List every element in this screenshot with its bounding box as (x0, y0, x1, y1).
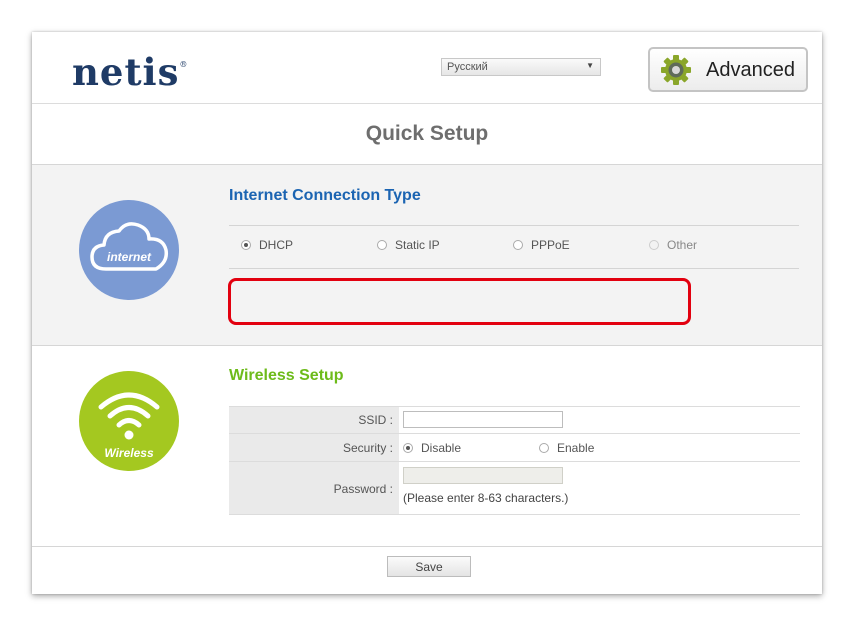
password-row: Password : (Please enter 8-63 characters… (229, 462, 800, 515)
password-input (403, 467, 563, 484)
radio-other-indicator (649, 239, 659, 250)
internet-caption: internet (106, 250, 151, 264)
language-select[interactable]: Русский ▼ (441, 58, 601, 76)
internet-badge: internet (79, 200, 179, 300)
title-bar: Quick Setup (32, 104, 822, 165)
password-label-cell: Password : (229, 462, 399, 514)
password-hint: (Please enter 8-63 characters.) (403, 491, 569, 505)
radio-dhcp-indicator[interactable] (241, 239, 251, 250)
password-label: Password : (333, 482, 393, 496)
header: netis® Русский ▼ Advanced (32, 32, 822, 104)
wireless-section-title: Wireless Setup (229, 367, 344, 384)
security-label: Security : (342, 441, 393, 455)
security-row: Security : Disable Enable (229, 434, 800, 462)
connection-type-radios: DHCP Static IP PPPoE Other (229, 225, 799, 269)
wireless-section: Wireless Wireless Setup SSID : Security … (32, 346, 822, 547)
internet-section: internet Internet Connection Type DHCP S… (32, 165, 822, 346)
security-label-cell: Security : (229, 434, 399, 461)
router-panel: netis® Русский ▼ Advanced Quick Setup in… (32, 32, 822, 594)
page-title: Quick Setup (365, 122, 489, 145)
ssid-label: SSID : (358, 413, 393, 427)
ssid-label-cell: SSID : (229, 407, 399, 433)
ssid-row: SSID : (229, 407, 800, 434)
wireless-caption: Wireless (104, 446, 154, 460)
radio-static-ip-indicator[interactable] (377, 239, 387, 250)
dropdown-arrow-icon: ▼ (586, 61, 594, 70)
radio-pppoe-indicator[interactable] (513, 239, 523, 250)
internet-section-title: Internet Connection Type (229, 187, 421, 204)
radio-security-enable[interactable]: Enable (539, 441, 594, 455)
ssid-input[interactable] (403, 411, 563, 428)
language-select-value: Русский (447, 61, 488, 73)
radio-security-disable-indicator[interactable] (403, 442, 413, 453)
radio-security-enable-indicator[interactable] (539, 442, 549, 453)
radio-dhcp[interactable]: DHCP (241, 238, 293, 252)
radio-security-disable[interactable]: Disable (403, 441, 461, 455)
gear-icon (661, 55, 691, 85)
radio-pppoe[interactable]: PPPoE (513, 238, 570, 252)
radio-static-ip[interactable]: Static IP (377, 238, 440, 252)
highlight-frame (228, 278, 691, 325)
advanced-button[interactable]: Advanced (648, 47, 808, 92)
wireless-form: SSID : Security : Disable Enable Passwor… (229, 406, 800, 515)
wireless-badge: Wireless (79, 371, 179, 471)
save-button[interactable]: Save (387, 556, 471, 577)
radio-other: Other (649, 238, 697, 252)
advanced-label: Advanced (706, 59, 795, 81)
netis-logo: netis® (72, 50, 189, 94)
